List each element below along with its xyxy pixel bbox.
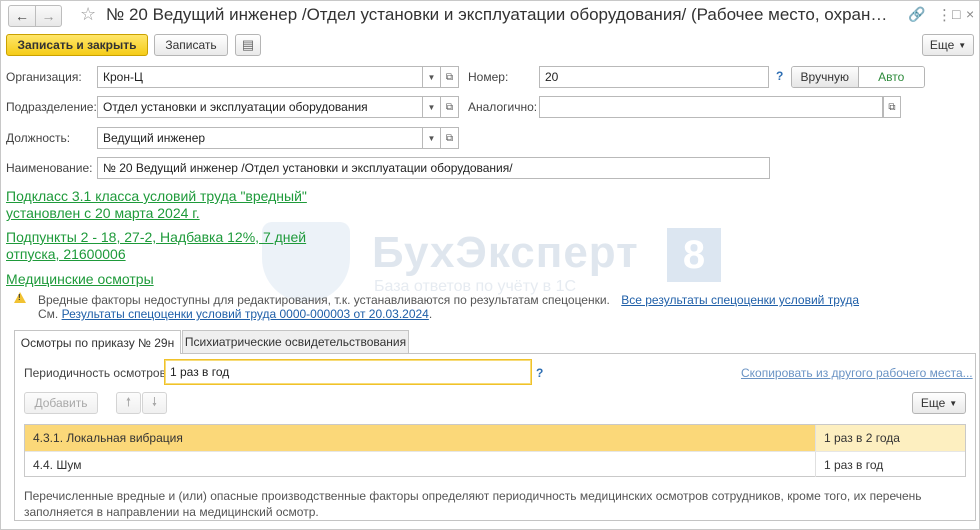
favorite-star-icon[interactable]: ☆	[80, 4, 96, 25]
chevron-down-icon: ▼	[958, 40, 967, 50]
similar-input[interactable]	[539, 96, 883, 118]
maximize-icon[interactable]: □	[952, 6, 960, 22]
save-button[interactable]: Записать	[154, 34, 228, 56]
window-title: № 20 Ведущий инженер /Отдел установки и …	[106, 5, 896, 24]
similar-label: Аналогично:	[468, 100, 538, 114]
factors-table: 4.3.1. Локальная вибрация 1 раз в 2 года…	[24, 424, 966, 477]
name-label: Наименование:	[6, 161, 93, 175]
table-row[interactable]: 4.4. Шум 1 раз в год	[25, 451, 965, 477]
dept-open-icon[interactable]: ⧉	[441, 96, 459, 118]
exams-note: Перечисленные вредные и (или) опасные пр…	[24, 489, 922, 519]
mode-manual-button[interactable]: Вручную	[792, 67, 859, 87]
number-help-icon[interactable]: ?	[776, 69, 783, 83]
period-label: Периодичность осмотров:	[24, 366, 170, 380]
link-icon[interactable]: 🔗	[908, 6, 925, 23]
grid-more-button[interactable]: Еще ▼	[912, 392, 966, 414]
number-mode-switch: Вручную Авто	[791, 66, 925, 88]
subclass-link-line1: Подкласс 3.1 класса условий труда "вредн…	[6, 188, 307, 204]
org-dropdown-icon[interactable]: ▼	[423, 66, 441, 88]
position-input[interactable]: Ведущий инженер	[97, 127, 423, 149]
dept-dropdown-icon[interactable]: ▼	[423, 96, 441, 118]
warning-end: .	[428, 307, 433, 321]
report-button[interactable]: ▤	[235, 34, 261, 56]
period-cell: 1 раз в 2 года	[816, 425, 965, 451]
subclass-link-line2: установлен с 20 марта 2024 г.	[6, 205, 200, 221]
points-link[interactable]: Подпункты 2 - 18, 27-2, Надбавка 12%, 7 …	[6, 229, 306, 263]
warning-line2: См. Результаты спецоценки условий труда …	[38, 307, 432, 321]
points-link-line1: Подпункты 2 - 18, 27-2, Надбавка 12%, 7 …	[6, 229, 307, 245]
number-label: Номер:	[468, 70, 509, 84]
chevron-down-icon: ▼	[949, 398, 958, 408]
org-label: Организация:	[6, 70, 82, 84]
tab-psychiatric[interactable]: Психиатрические освидетельствования	[182, 330, 409, 353]
arrow-up-icon: 🠕	[125, 394, 132, 409]
title-bar: ← → ☆ № 20 Ведущий инженер /Отдел устано…	[0, 0, 978, 30]
period-help-icon[interactable]: ?	[536, 366, 543, 380]
save-and-close-button[interactable]: Записать и закрыть	[6, 34, 148, 56]
position-label: Должность:	[6, 131, 71, 145]
factor-cell: 4.3.1. Локальная вибрация	[25, 425, 816, 451]
medical-exams-link[interactable]: Медицинские осмотры	[6, 271, 154, 288]
tab-exams-29n[interactable]: Осмотры по приказу № 29н	[14, 330, 181, 354]
move-up-button[interactable]: 🠕	[116, 392, 141, 414]
add-button[interactable]: Добавить	[24, 392, 98, 414]
copy-from-workplace-link[interactable]: Скопировать из другого рабочего места...	[741, 366, 973, 380]
document-list-icon: ▤	[241, 37, 255, 52]
dept-input[interactable]: Отдел установки и эксплуатации оборудова…	[97, 96, 423, 118]
result-doc-link[interactable]: Результаты спецоценки условий труда 0000…	[62, 307, 429, 321]
similar-open-icon[interactable]: ⧉	[883, 96, 901, 118]
warning-line1: Вредные факторы недоступны для редактиро…	[38, 293, 859, 307]
see-label: См.	[38, 307, 59, 321]
more-vertical-icon[interactable]: ⋮	[937, 6, 952, 24]
org-input[interactable]: Крон-Ц	[97, 66, 423, 88]
org-open-icon[interactable]: ⧉	[441, 66, 459, 88]
more-label: Еще	[929, 38, 955, 52]
grid-more-label: Еще	[920, 396, 946, 410]
subclass-link[interactable]: Подкласс 3.1 класса условий труда "вредн…	[6, 188, 307, 222]
arrow-down-icon: 🠗	[151, 394, 158, 409]
position-dropdown-icon[interactable]: ▼	[423, 127, 441, 149]
navigation-group: ← →	[8, 5, 62, 27]
factor-cell: 4.4. Шум	[25, 452, 816, 477]
warning-icon: !	[14, 292, 26, 303]
number-input[interactable]: 20	[539, 66, 769, 88]
all-results-link[interactable]: Все результаты спецоценки условий труда	[621, 293, 859, 307]
position-open-icon[interactable]: ⧉	[441, 127, 459, 149]
mode-auto-button[interactable]: Авто	[858, 67, 924, 87]
more-button[interactable]: Еще ▼	[922, 34, 974, 56]
dept-label: Подразделение:	[6, 100, 97, 114]
points-link-line2: отпуска, 21600006	[6, 246, 126, 262]
move-down-button[interactable]: 🠗	[142, 392, 167, 414]
period-cell: 1 раз в год	[824, 457, 884, 472]
period-input[interactable]: 1 раз в год	[164, 359, 532, 385]
forward-arrow-icon[interactable]: →	[35, 6, 61, 26]
back-arrow-icon[interactable]: ←	[9, 6, 35, 26]
close-icon[interactable]: ×	[966, 6, 974, 22]
name-input[interactable]: № 20 Ведущий инженер /Отдел установки и …	[97, 157, 770, 179]
warning-text: Вредные факторы недоступны для редактиро…	[38, 293, 610, 307]
table-row[interactable]: 4.3.1. Локальная вибрация 1 раз в 2 года	[25, 425, 965, 451]
